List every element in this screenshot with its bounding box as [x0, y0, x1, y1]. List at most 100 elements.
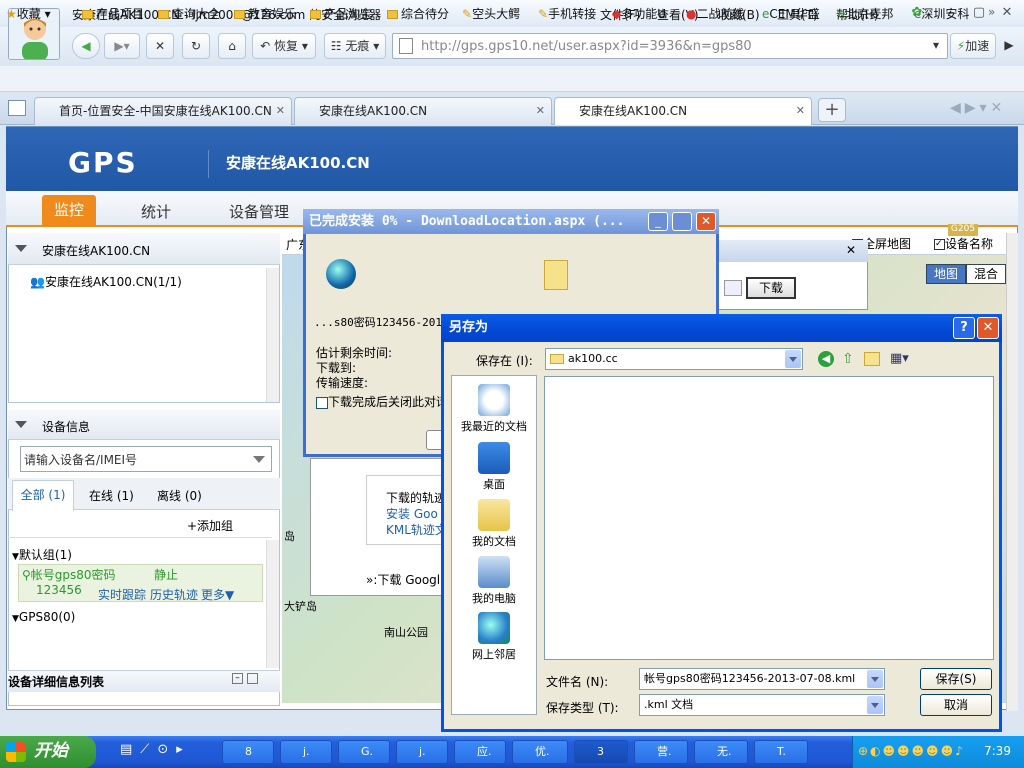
maximize-icon[interactable]: ▢ — [968, 4, 990, 22]
dl-minimize-icon[interactable]: _ — [648, 212, 668, 231]
device-name[interactable]: ⚲帐号gps80密码 — [22, 566, 116, 583]
refresh-button[interactable]: ↻ — [182, 33, 210, 59]
cancel-button[interactable]: 取消 — [920, 694, 992, 716]
dl-maximize-icon[interactable] — [672, 212, 692, 231]
quick-launch-icons[interactable]: ▤⟋⊙▸ — [120, 742, 216, 762]
tab-all[interactable]: 全部 (1) — [12, 480, 74, 511]
accelerate-button[interactable]: ⚡加速 — [950, 33, 996, 59]
bookmark-item[interactable]: e深圳安科 — [914, 5, 969, 22]
bookmark-item[interactable]: 查询大全 — [158, 5, 220, 22]
gps80-group[interactable]: ▼GPS80(0) — [12, 610, 75, 624]
up-folder-icon[interactable]: ⇧ — [842, 351, 858, 367]
map-type-button[interactable]: 地图 — [926, 264, 966, 284]
device-scrollbar[interactable] — [266, 540, 279, 668]
tab-offline[interactable]: 离线 (0) — [157, 487, 202, 504]
tree-scrollbar[interactable] — [266, 268, 279, 402]
minimize-panel-icon[interactable]: – — [232, 673, 243, 684]
tree-item-account[interactable]: 👥安康在线AK100.CN(1/1) — [30, 273, 182, 290]
place-desktop[interactable]: 桌面 — [451, 442, 537, 492]
dropdown-icon[interactable] — [253, 456, 265, 463]
task-item[interactable]: 无. — [694, 740, 748, 764]
bookmark-item[interactable]: ◆多功能U — [612, 5, 666, 22]
tray-icons[interactable]: ⊕◐☻☻☻☻☻♪ — [858, 744, 978, 760]
bookmark-item[interactable]: eCEM华盛 — [762, 5, 820, 22]
task-item[interactable]: G. — [338, 740, 390, 764]
task-browser-group[interactable]: 3 — [574, 740, 628, 764]
home-button[interactable]: ⌂ — [218, 33, 246, 59]
help-icon[interactable]: ? — [953, 317, 975, 339]
collapse-icon[interactable] — [15, 421, 27, 428]
back-icon[interactable]: ◀ — [818, 351, 834, 367]
task-item[interactable]: 优. — [512, 740, 568, 764]
restore-button[interactable]: ↶ 恢复 ▾ — [252, 33, 316, 59]
calendar-icon[interactable] — [724, 280, 742, 296]
new-tab-button[interactable]: + — [818, 98, 846, 122]
nav-device-management[interactable]: 设备管理 — [229, 201, 289, 222]
bookmark-item[interactable]: ●二战前线 — [686, 5, 745, 22]
task-folder[interactable]: 8 — [222, 740, 274, 764]
save-button[interactable]: 保存(S) — [920, 668, 992, 690]
collapse-icon[interactable] — [15, 245, 27, 252]
tree-title: 安康在线AK100.CN — [42, 244, 151, 258]
filename-input[interactable]: 帐号gps80密码123456-2013-07-08.kml — [639, 668, 885, 690]
bookmark-item[interactable]: ✎手机转接 — [538, 5, 596, 22]
nav-monitor[interactable]: 监控 — [42, 195, 96, 227]
maximize-panel-icon[interactable] — [247, 673, 258, 684]
url-text[interactable]: http://gps.gps10.net/user.aspx?id=3936&n… — [421, 39, 752, 54]
download-panel-close-icon[interactable]: ✕ — [846, 243, 856, 257]
tab-home[interactable]: 首页-位置安全-中国安康在线AK100.CN ✕ — [34, 97, 292, 125]
bookmark-item[interactable]: 产品项目 — [82, 5, 144, 22]
bookmark-item[interactable]: ✎空头大鳄 — [462, 5, 520, 22]
dl-close-icon[interactable]: ✕ — [696, 212, 716, 231]
link-realtime[interactable]: 实时跟踪 — [98, 586, 146, 603]
task-item[interactable]: 营. — [634, 740, 688, 764]
place-network[interactable]: 网上邻居 — [451, 612, 537, 662]
bookmark-item[interactable]: e北京麦邦 — [838, 5, 893, 22]
nav-statistics[interactable]: 统计 — [141, 201, 171, 222]
bookmark-item[interactable]: 综合待分 — [387, 5, 449, 22]
tab-online[interactable]: 在线 (1) — [89, 487, 134, 504]
link-history[interactable]: 历史轨迹 — [150, 586, 198, 603]
tab-ak100-1[interactable]: 安康在线AK100.CN ✕ — [294, 97, 552, 125]
device-search-input[interactable]: 请输入设备名/IMEI号 — [20, 446, 272, 472]
dl-close-when-done[interactable]: 下载完成后关闭此对话 — [316, 393, 448, 410]
filetype-select[interactable]: .kml 文档 — [639, 694, 885, 716]
bookmark-item[interactable]: 教育娱乐 — [234, 5, 296, 22]
bookmark-favorites[interactable]: ★收藏 ▾ — [6, 5, 51, 22]
url-dropdown-icon[interactable]: ▾ — [926, 33, 946, 59]
default-group[interactable]: ▼默认组(1) — [12, 546, 72, 563]
tab-ak100-active[interactable]: 安康在线AK100.CN ✕ — [554, 97, 812, 125]
file-list[interactable] — [544, 376, 994, 660]
forward-button[interactable]: ▶▾ — [104, 33, 140, 59]
url-bar[interactable]: http://gps.gps10.net/user.aspx?id=3936&n… — [392, 33, 948, 59]
place-my-documents[interactable]: 我的文档 — [451, 499, 537, 549]
close-icon[interactable]: ✕ — [996, 4, 1018, 22]
filename-value[interactable]: 帐号gps80密码123456-2013-07-08.kml — [644, 672, 855, 685]
kml-download-link[interactable]: »:下载 Googl — [366, 571, 444, 588]
save-in-combo[interactable]: ak100.cc — [545, 348, 803, 370]
back-button[interactable]: ◀ — [72, 33, 100, 59]
place-my-computer[interactable]: 我的电脑 — [451, 556, 537, 606]
page-scrollbar[interactable] — [1006, 233, 1018, 711]
tab-list-icon[interactable] — [8, 100, 26, 116]
task-item[interactable]: T. — [754, 740, 808, 764]
task-item[interactable]: j. — [280, 740, 332, 764]
hybrid-type-button[interactable]: 混合 — [966, 264, 1006, 284]
more-bookmarks-icon[interactable]: » — [988, 5, 995, 19]
task-item[interactable]: 应. — [454, 740, 506, 764]
link-more[interactable]: 更多▼ — [201, 586, 234, 603]
new-folder-icon[interactable] — [864, 352, 880, 366]
add-group-link[interactable]: +添加组 — [187, 517, 233, 534]
download-button[interactable]: 下载 — [746, 277, 796, 299]
go-icon[interactable]: ▶ — [998, 33, 1020, 59]
tab-scroll-icons[interactable]: ◀▶▾✕ — [950, 100, 1020, 116]
view-menu-icon[interactable]: ▦▾ — [890, 351, 912, 367]
task-item[interactable]: j. — [396, 740, 448, 764]
place-recent[interactable]: 我最近的文档 — [451, 384, 537, 434]
bookmark-item[interactable]: 产品淘宝 — [310, 5, 372, 22]
filetype-label: 保存类型 (T): — [546, 701, 619, 715]
no-trace-button[interactable]: ☷ 无痕 ▾ — [324, 33, 386, 59]
device-name-toggle[interactable]: ✓ 设备名称 — [934, 235, 993, 252]
stop-button[interactable]: ✕ — [146, 33, 174, 59]
save-close-icon[interactable]: ✕ — [977, 317, 999, 339]
